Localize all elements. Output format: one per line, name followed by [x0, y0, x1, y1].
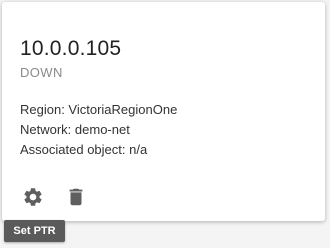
ip-address: 10.0.0.105 — [20, 37, 122, 60]
trash-icon[interactable] — [65, 186, 87, 208]
region-row: Region: VictoriaRegionOne — [20, 102, 178, 117]
associated-object-row: Associated object: n/a — [20, 142, 148, 157]
network-row: Network: demo-net — [20, 122, 130, 137]
floating-ip-card: 10.0.0.105 DOWN Region: VictoriaRegionOn… — [2, 2, 325, 221]
set-ptr-tooltip: Set PTR — [4, 220, 65, 242]
status-label: DOWN — [20, 65, 63, 80]
details-list: Region: VictoriaRegionOne Network: demo-… — [20, 100, 177, 160]
gear-icon[interactable] — [22, 186, 44, 208]
